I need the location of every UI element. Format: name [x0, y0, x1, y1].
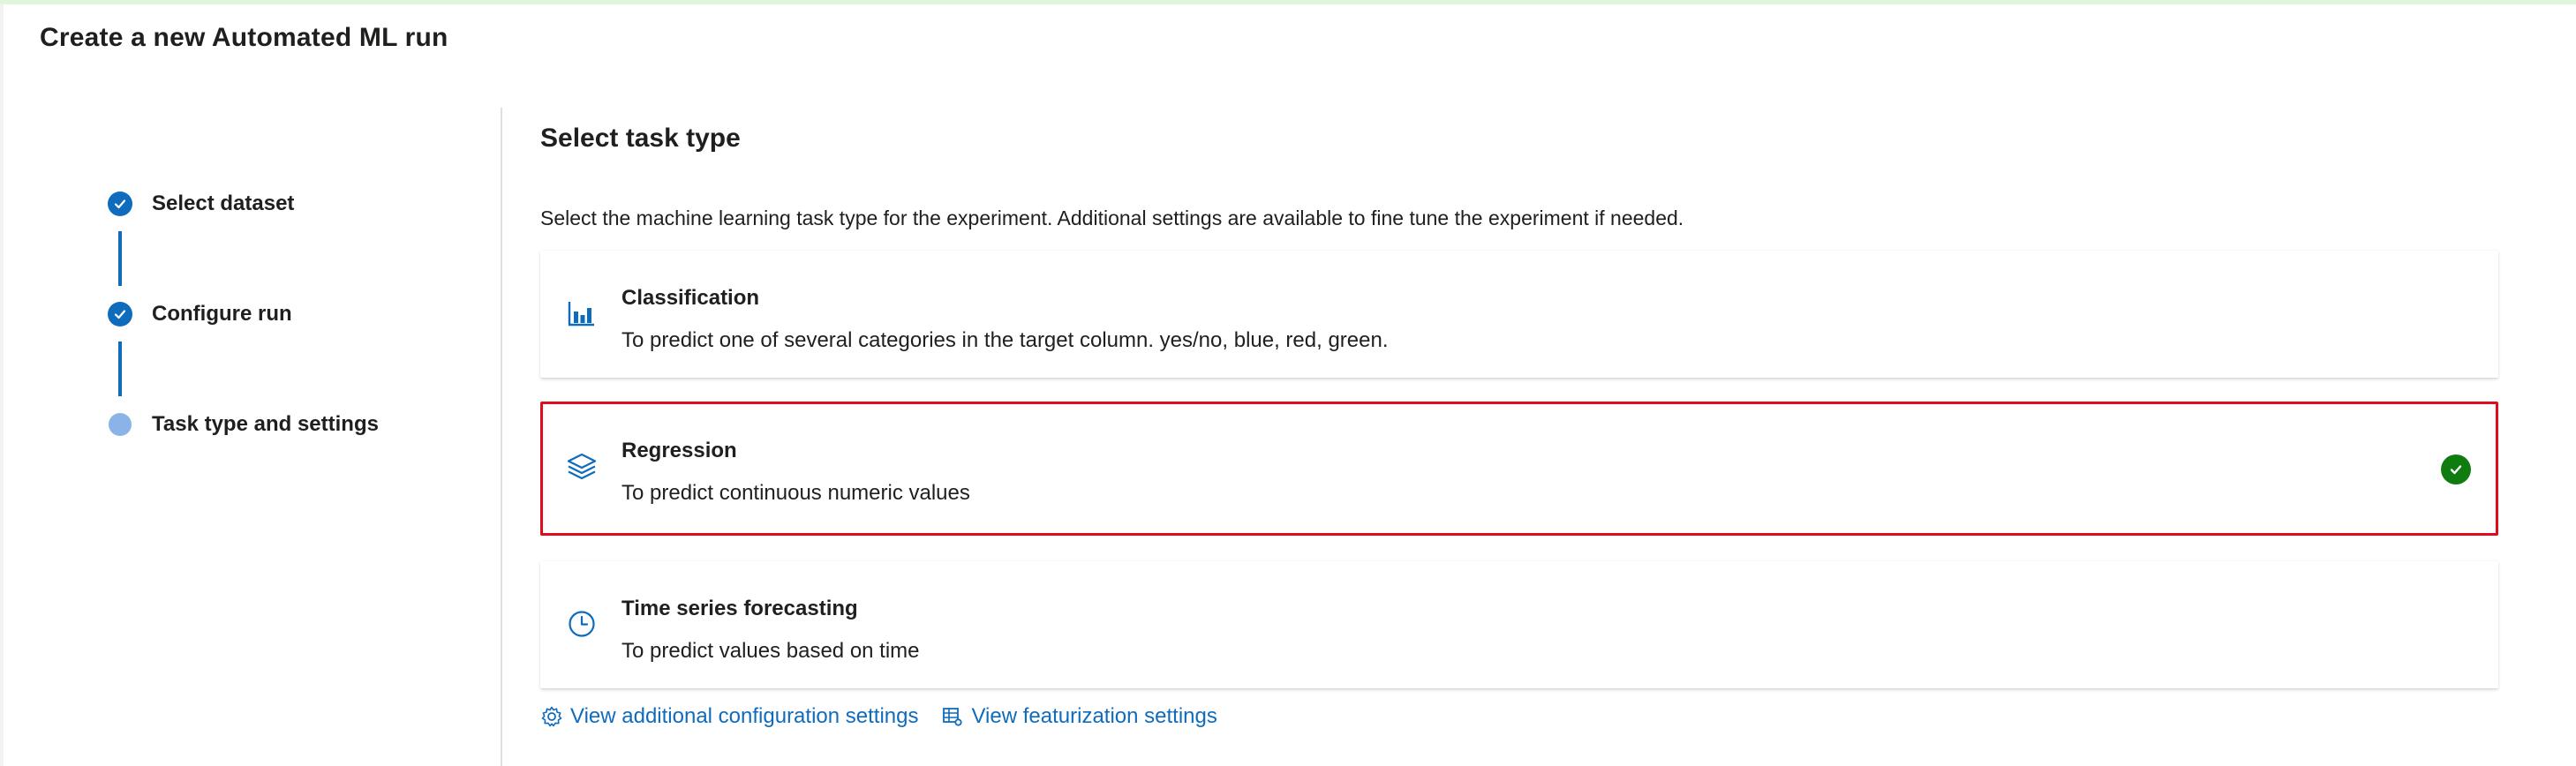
layers-icon — [565, 449, 599, 483]
card-title: Time series forecasting — [621, 597, 858, 620]
link-label: View featurization settings — [971, 704, 1217, 728]
section-title: Select task type — [540, 124, 741, 153]
step-select-dataset[interactable]: Select dataset — [108, 189, 294, 219]
view-featurization-link[interactable]: View featurization settings — [941, 704, 1217, 729]
top-accent-bar — [0, 0, 2576, 4]
check-icon — [108, 302, 132, 327]
step-connector — [118, 231, 122, 286]
task-card-time-series-forecasting[interactable]: Time series forecasting To predict value… — [540, 561, 2498, 688]
page-title: Create a new Automated ML run — [40, 23, 448, 52]
settings-links: View additional configuration settings V… — [540, 704, 1217, 729]
step-connector — [118, 342, 122, 396]
selected-check-icon — [2441, 454, 2471, 484]
step-label: Configure run — [152, 302, 292, 326]
current-step-dot — [109, 413, 132, 436]
card-title: Regression — [621, 439, 737, 462]
task-card-classification[interactable]: Classification To predict one of several… — [540, 251, 2498, 378]
view-additional-configuration-link[interactable]: View additional configuration settings — [540, 704, 918, 729]
card-title: Classification — [621, 286, 760, 310]
card-description: To predict one of several categories in … — [621, 328, 1389, 352]
step-label: Task type and settings — [152, 412, 379, 436]
link-label: View additional configuration settings — [570, 704, 919, 728]
section-description: Select the machine learning task type fo… — [540, 207, 1684, 229]
bar-chart-icon — [565, 297, 599, 330]
table-settings-icon — [941, 705, 971, 728]
check-icon — [108, 192, 132, 216]
step-task-type-and-settings[interactable]: Task type and settings — [108, 409, 379, 439]
step-configure-run[interactable]: Configure run — [108, 299, 292, 329]
card-description: To predict continuous numeric values — [621, 481, 970, 505]
step-label: Select dataset — [152, 192, 295, 215]
left-edge — [0, 4, 4, 766]
clock-icon — [565, 607, 599, 641]
gear-icon — [540, 705, 570, 728]
task-card-regression[interactable]: Regression To predict continuous numeric… — [540, 402, 2498, 536]
panel-divider — [501, 108, 502, 766]
card-description: To predict values based on time — [621, 639, 920, 663]
